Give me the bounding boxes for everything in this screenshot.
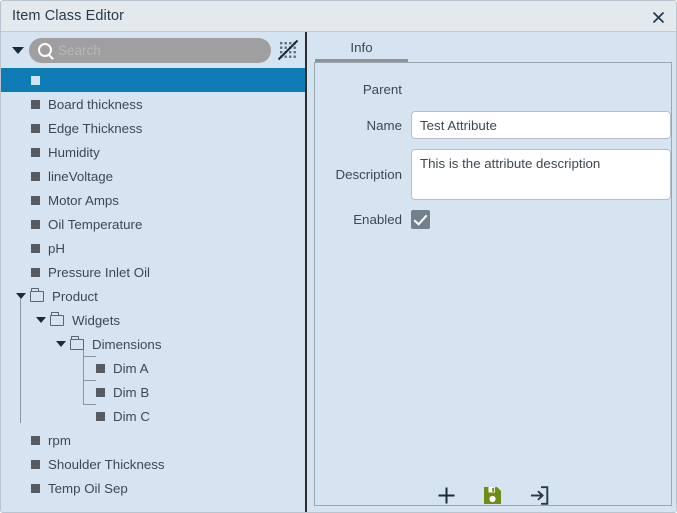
- tab-info[interactable]: Info: [315, 35, 408, 62]
- tree-item-label: lineVoltage: [48, 168, 114, 184]
- dotted-grid-slash-icon[interactable]: [277, 39, 299, 61]
- arrow-into-box-icon[interactable]: [529, 485, 549, 505]
- tree-item-label: Dimensions: [92, 336, 162, 352]
- chevron-down-icon[interactable]: [9, 41, 27, 59]
- window-title: Item Class Editor: [12, 8, 125, 24]
- attribute-icon: [31, 99, 40, 109]
- enabled-label: Enabled: [353, 212, 402, 227]
- chevron-down-icon[interactable]: [52, 341, 70, 347]
- folder-icon: [50, 311, 64, 326]
- search-row: Search: [1, 32, 307, 68]
- tree-item-label: Dim B: [113, 384, 150, 400]
- name-field-value: Test Attribute: [420, 117, 497, 133]
- attribute-icon: [31, 147, 40, 157]
- tree-item-dimensions[interactable]: Dimensions: [1, 332, 307, 356]
- description-field-value: This is the attribute description: [420, 156, 601, 171]
- tree-item-dim-a[interactable]: Dim A: [1, 356, 307, 380]
- panel-splitter[interactable]: [305, 32, 307, 512]
- search-placeholder: Search: [58, 42, 101, 58]
- tree-item-shoulder-thickness[interactable]: Shoulder Thickness: [1, 452, 307, 476]
- tree-item-pressure-inlet-oil[interactable]: Pressure Inlet Oil: [1, 260, 307, 284]
- window-titlebar: Item Class Editor: [1, 1, 676, 32]
- tree-item-motor-amps[interactable]: Motor Amps: [1, 188, 307, 212]
- tree-item-rpm[interactable]: rpm: [1, 428, 307, 452]
- folder-icon: [70, 335, 84, 350]
- clipped-status-strip: [1, 506, 676, 512]
- tree-item-widgets[interactable]: Widgets: [1, 308, 307, 332]
- attribute-icon: [31, 243, 40, 253]
- tab-info-label: Info: [350, 39, 373, 55]
- tree-item-temp-oil-sep[interactable]: Temp Oil Sep: [1, 476, 307, 500]
- tree-item-label: Shoulder Thickness: [48, 456, 165, 472]
- tree-item-label: Dim A: [113, 360, 149, 376]
- attribute-icon: [31, 483, 40, 493]
- chevron-down-icon[interactable]: [32, 317, 50, 323]
- folder-icon: [30, 287, 44, 302]
- search-icon: [38, 43, 52, 57]
- plus-icon[interactable]: [437, 486, 456, 505]
- tree-item-label: Widgets: [72, 312, 121, 328]
- attribute-icon: [96, 363, 105, 373]
- attribute-icon: [31, 267, 40, 277]
- tree-item-linevoltage[interactable]: lineVoltage: [1, 164, 307, 188]
- description-field[interactable]: This is the attribute description: [411, 149, 671, 200]
- tree-item-label: pH: [48, 240, 65, 256]
- tabstrip: Info: [308, 32, 676, 62]
- tree-item-label: Dim C: [113, 408, 150, 424]
- close-icon[interactable]: [649, 8, 668, 26]
- tree-item-label: rpm: [48, 432, 71, 448]
- item-class-editor-window: Item Class Editor Search Board thickness…: [0, 0, 677, 513]
- attribute-icon: [31, 75, 40, 85]
- attribute-icon: [31, 195, 40, 205]
- tree-item-label: Motor Amps: [48, 192, 119, 208]
- name-field[interactable]: Test Attribute: [411, 111, 671, 139]
- chevron-down-icon[interactable]: [12, 293, 30, 299]
- tree-item-oil-temperature[interactable]: Oil Temperature: [1, 212, 307, 236]
- attribute-icon: [96, 387, 105, 397]
- tree-item-humidity[interactable]: Humidity: [1, 140, 307, 164]
- name-row: Name Test Attribute: [315, 111, 671, 139]
- tree-item-product[interactable]: Product: [1, 284, 307, 308]
- info-form: Parent Name Test Attribute Description T…: [314, 62, 672, 506]
- search-input[interactable]: Search: [29, 37, 271, 63]
- attribute-icon: [31, 435, 40, 445]
- attribute-icon: [31, 459, 40, 469]
- tree-item-ph[interactable]: pH: [1, 236, 307, 260]
- tree-item-label: Product: [52, 288, 98, 304]
- attribute-icon: [31, 219, 40, 229]
- tree-item-label: Pressure Inlet Oil: [48, 264, 150, 280]
- attribute-icon: [96, 411, 105, 421]
- tree-item-selected[interactable]: [1, 68, 307, 92]
- description-label: Description: [335, 167, 402, 182]
- enabled-row: Enabled: [315, 210, 671, 229]
- attribute-tree-panel: Search Board thickness Edge Thickness Hu…: [1, 32, 307, 512]
- tree-item-edge-thickness[interactable]: Edge Thickness: [1, 116, 307, 140]
- parent-label: Parent: [362, 81, 402, 97]
- detail-panel: Info Parent Name Test Attribute Descript…: [308, 32, 676, 512]
- tree-item-label: Oil Temperature: [48, 216, 143, 232]
- tree-item-dim-c[interactable]: Dim C: [1, 404, 307, 428]
- tree-item-label: Board thickness: [48, 96, 143, 112]
- name-label: Name: [366, 117, 402, 133]
- parent-row: Parent: [315, 79, 671, 99]
- tree-item-label: Temp Oil Sep: [48, 480, 128, 496]
- save-floppy-icon[interactable]: [483, 486, 502, 505]
- enabled-checkbox[interactable]: [411, 210, 430, 229]
- attribute-icon: [31, 123, 40, 133]
- tree-item-label: Edge Thickness: [48, 120, 143, 136]
- tree-item-board-thickness[interactable]: Board thickness: [1, 92, 307, 116]
- attribute-icon: [31, 171, 40, 181]
- description-row: Description This is the attribute descri…: [315, 149, 671, 200]
- tree-item-dim-b[interactable]: Dim B: [1, 380, 307, 404]
- attribute-tree[interactable]: Board thickness Edge Thickness Humidity …: [1, 68, 307, 512]
- tree-item-label: Humidity: [48, 144, 100, 160]
